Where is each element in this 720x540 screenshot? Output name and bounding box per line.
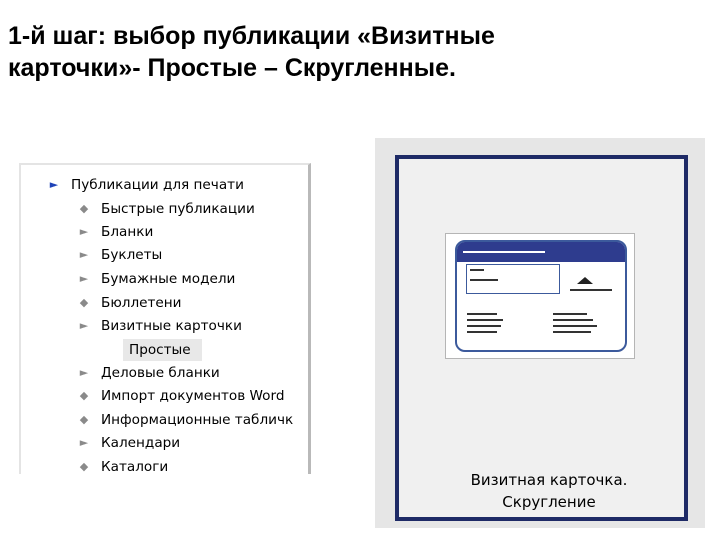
expand-arrow-icon: ►: [79, 248, 89, 261]
expand-arrow-icon: ►: [79, 272, 89, 285]
expanded-arrow-icon: ►: [49, 178, 59, 191]
tree-item-label: Буклеты: [101, 247, 163, 263]
expand-arrow-icon: ►: [79, 225, 89, 238]
template-caption: Визитная карточка. Скругление: [449, 469, 649, 513]
tree-item-label: Календари: [101, 435, 181, 451]
card-placeholder-lines: [467, 269, 612, 333]
tree-item-label: Деловые бланки: [101, 365, 220, 381]
expand-arrow-icon: ►: [79, 319, 89, 332]
template-caption-line-1: Визитная карточка.: [470, 471, 628, 489]
tree-item-label: Импорт документов Word: [101, 388, 285, 404]
diamond-bullet-icon: ◆: [79, 413, 89, 426]
slide-title: 1-й шаг: выбор публикации «Визитные карт…: [8, 20, 708, 84]
tree-item-label: Каталоги: [101, 459, 169, 474]
slide-title-line-2: карточки»- Простые – Скругленные.: [8, 54, 456, 82]
expand-arrow-icon: ►: [79, 436, 89, 449]
diamond-bullet-icon: ◆: [79, 296, 89, 309]
diamond-bullet-icon: ◆: [79, 202, 89, 215]
template-preview-panel: Визитная карточка. Скругление: [375, 138, 705, 528]
slide-title-line-1: 1-й шаг: выбор публикации «Визитные: [8, 22, 495, 50]
tree-item-label: Бланки: [101, 224, 154, 240]
template-preview-frame[interactable]: Визитная карточка. Скругление: [395, 155, 688, 521]
tree-item-label: Информационные табличк: [101, 412, 294, 428]
tree-item-label: Быстрые публикации: [101, 201, 255, 217]
tree-item-simple-selected[interactable]: Простые: [123, 339, 202, 361]
tree-item-label: Визитные карточки: [101, 318, 242, 334]
diamond-bullet-icon: ◆: [79, 460, 89, 473]
tree-item-label: Бюллетени: [101, 295, 182, 311]
tree-root-label: Публикации для печати: [71, 177, 244, 193]
business-card-thumbnail: [445, 233, 635, 359]
expand-arrow-icon: ►: [79, 366, 89, 379]
business-card-rounded-border: [455, 240, 627, 352]
template-caption-line-2: Скругление: [502, 493, 596, 511]
diamond-bullet-icon: ◆: [79, 389, 89, 402]
publication-tree: ► Публикации для печати ◆ Быстрые публик…: [19, 163, 311, 474]
tree-item-label: Бумажные модели: [101, 271, 236, 287]
